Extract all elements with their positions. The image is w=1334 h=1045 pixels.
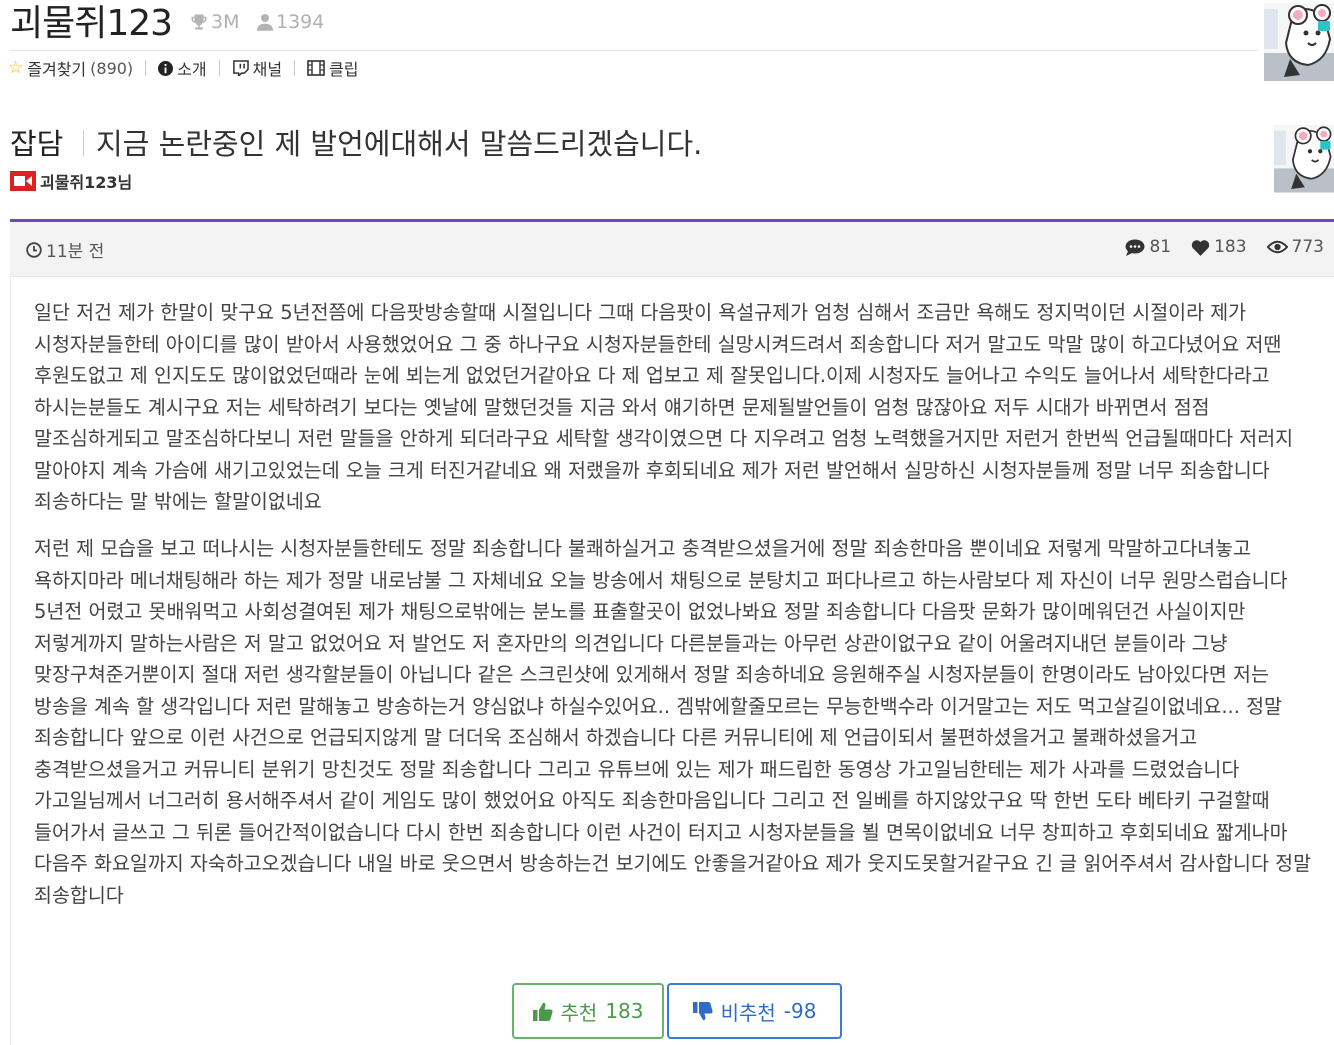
nav-intro[interactable]: 소개	[158, 56, 207, 80]
trophy-stat: 3M	[190, 10, 239, 34]
nav-favorites-label: 즐겨찾기	[27, 60, 87, 79]
trophy-icon	[191, 14, 207, 30]
post-stats: 81 183 773	[1125, 237, 1324, 257]
thumbs-down-icon	[692, 1001, 713, 1020]
favorites-count: (890)	[90, 58, 134, 78]
channel-avatar[interactable]	[1264, 3, 1334, 81]
user-icon	[257, 14, 273, 31]
post-paragraph: 저런 제 모습을 보고 떠나시는 시청자분들한테도 정말 죄송합니다 불쾌하실거…	[34, 537, 1312, 907]
channel-header: 괴물쥐123 3M 1394 ☆ 즐겨찾기 (890) 소개 채널 클립	[0, 0, 1334, 100]
nav-separator	[218, 60, 220, 76]
post-meta-bar: 11분 전 81 183 773	[10, 222, 1334, 277]
eye-icon	[1266, 240, 1288, 254]
heart-icon	[1191, 239, 1210, 256]
members-value: 1394	[276, 11, 325, 33]
live-badge-icon	[10, 171, 36, 191]
post-body: 일단 저건 제가 한말이 맞구요 5년전쯤에 다음팟방송할때 시절입니다 그때 …	[10, 277, 1334, 1045]
nav-clips-label: 클립	[329, 60, 359, 79]
post-category[interactable]: 잡담	[10, 124, 63, 164]
comment-count: 81	[1149, 237, 1172, 257]
downvote-label: 비추천	[720, 1000, 776, 1025]
author-name: 괴물쥐123님	[40, 173, 133, 192]
post-author[interactable]: 괴물쥐123님	[10, 170, 132, 192]
nav-separator	[145, 60, 147, 76]
nav-favorites[interactable]: ☆ 즐겨찾기 (890)	[8, 56, 133, 80]
members-stat: 1394	[257, 10, 324, 34]
nav-clips[interactable]: 클립	[307, 56, 359, 80]
post-time: 11분 전	[26, 237, 104, 262]
category-separator	[83, 130, 84, 156]
downvote-count: -98	[783, 999, 817, 1023]
upvote-button[interactable]: 추천 183	[512, 983, 664, 1039]
mouse-avatar-image	[1264, 3, 1334, 81]
post-time-text: 11분 전	[46, 242, 105, 262]
info-icon	[158, 60, 174, 76]
thumbs-up-icon	[532, 1002, 553, 1021]
comment-icon	[1125, 239, 1145, 256]
header-divider	[10, 50, 1258, 51]
channel-name[interactable]: 괴물쥐123	[10, 2, 173, 46]
post-title: 지금 논란중인 제 발언에대해서 말씀드리겠습니다.	[96, 127, 703, 161]
nav-intro-label: 소개	[177, 60, 207, 79]
trophy-value: 3M	[211, 11, 240, 33]
nav-channel[interactable]: 채널	[232, 56, 282, 80]
twitch-icon	[232, 60, 249, 76]
star-icon: ☆	[8, 58, 24, 78]
post-paragraph: 일단 저건 제가 한말이 맞구요 5년전쯤에 다음팟방송할때 시절입니다 그때 …	[34, 301, 1294, 513]
nav-separator	[294, 60, 296, 76]
film-icon	[307, 60, 325, 76]
view-count: 773	[1291, 237, 1324, 257]
mouse-avatar-image	[1274, 125, 1334, 193]
nav-channel-label: 채널	[252, 60, 283, 79]
upvote-label: 추천	[560, 1000, 598, 1025]
like-count: 183	[1214, 237, 1247, 257]
channel-nav: ☆ 즐겨찾기 (890) 소개 채널 클립	[8, 56, 359, 80]
upvote-count: 183	[605, 999, 644, 1023]
author-avatar[interactable]	[1274, 125, 1334, 193]
downvote-button[interactable]: 비추천 -98	[667, 983, 842, 1039]
clock-icon	[26, 241, 42, 258]
